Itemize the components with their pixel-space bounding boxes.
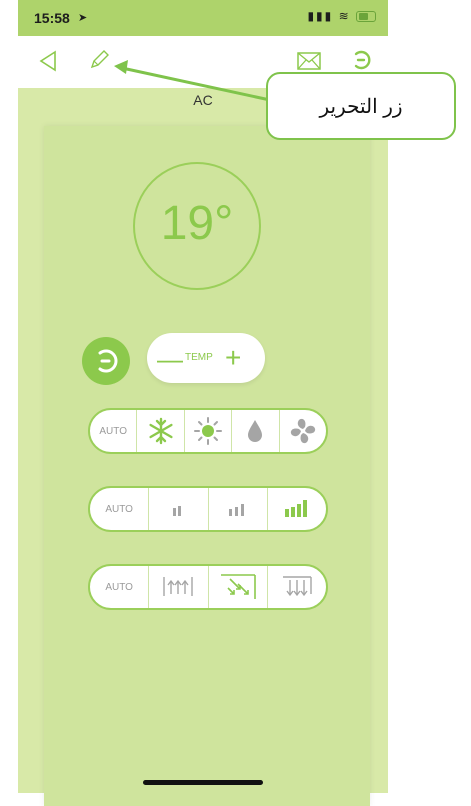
fan-high-icon <box>284 500 307 517</box>
temp-control-pill: — TEMP + <box>147 333 265 383</box>
fan-speed-selector: AUTO <box>88 486 328 532</box>
temp-decrease-button[interactable]: — <box>157 344 183 375</box>
swing-diagonal-button[interactable] <box>207 566 267 608</box>
mode-selector: AUTO <box>88 408 328 454</box>
swing-up-icon <box>163 577 194 596</box>
temperature-value: 19° <box>160 197 234 250</box>
swing-diagonal-icon <box>220 574 256 599</box>
snowflake-icon <box>149 417 173 445</box>
sun-icon <box>194 417 223 445</box>
swing-down-icon <box>282 576 312 597</box>
power-icon <box>98 349 118 373</box>
fan-medium-button[interactable] <box>207 488 267 530</box>
mode-heat-button[interactable] <box>183 410 231 452</box>
droplet-icon <box>248 420 263 442</box>
mode-fan-button[interactable] <box>278 410 326 452</box>
swing-auto-button[interactable]: AUTO <box>90 566 148 608</box>
callout-text: زر التحرير <box>319 96 403 118</box>
mode-cool-button[interactable] <box>136 410 183 452</box>
swing-up-button[interactable] <box>148 566 207 608</box>
temp-increase-button[interactable]: + <box>225 342 241 374</box>
fan-medium-icon <box>228 504 244 516</box>
swing-down-button[interactable] <box>266 566 326 608</box>
temp-label: TEMP <box>185 352 213 363</box>
fan-low-button[interactable] <box>148 488 207 530</box>
mode-auto-button[interactable]: AUTO <box>90 410 136 452</box>
home-indicator <box>143 780 263 785</box>
fan-high-button[interactable] <box>266 488 326 530</box>
power-button[interactable] <box>82 337 130 385</box>
fan-auto-button[interactable]: AUTO <box>90 488 148 530</box>
mode-dry-button[interactable] <box>231 410 278 452</box>
fan-low-icon <box>173 506 182 516</box>
swing-selector: AUTO <box>88 564 328 610</box>
fan-icon <box>290 418 315 444</box>
